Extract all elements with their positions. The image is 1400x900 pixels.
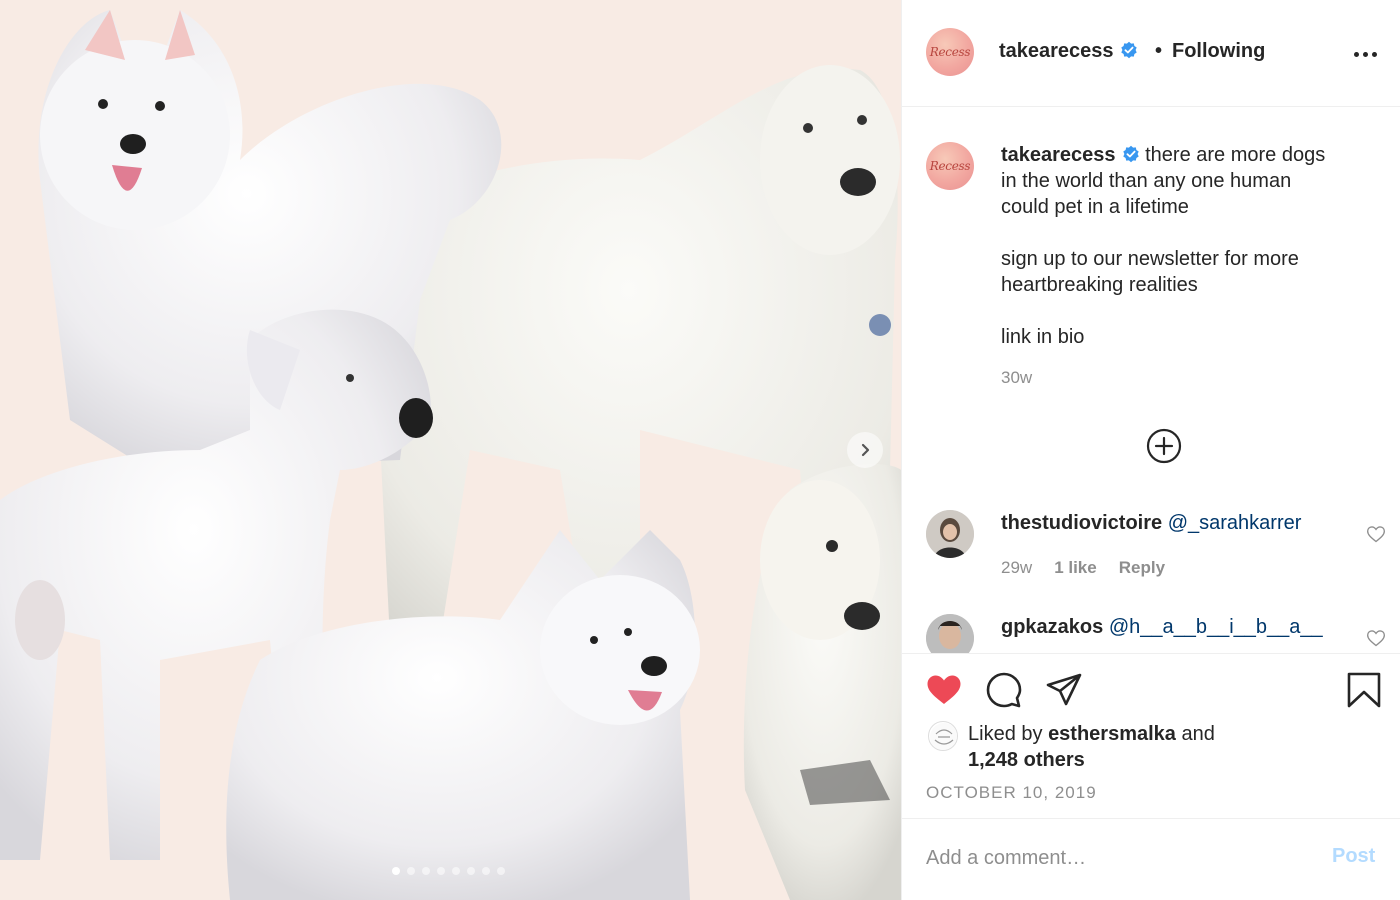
comment-input[interactable] [926, 843, 1306, 873]
carousel-dot [422, 867, 430, 875]
liker-avatar[interactable] [928, 721, 958, 751]
post-date[interactable]: OCTOBER 10, 2019 [926, 783, 1097, 803]
carousel-dot [482, 867, 490, 875]
comment-mention-link[interactable]: @_sarahkarrer [1168, 512, 1302, 534]
golden-retriever-puppy [743, 464, 901, 900]
avatar-logo-text: Recess [929, 159, 971, 173]
plus-circle-icon [1146, 428, 1182, 464]
caption-line: link in bio [1001, 326, 1085, 348]
author-avatar[interactable]: Recess [926, 28, 974, 76]
post-actions: Liked by esthersmalka and 1,248 others O… [902, 653, 1400, 818]
load-more-comments-button[interactable] [1146, 428, 1182, 464]
comment-mention-link[interactable]: @h__a__b__i__b__a__ [1109, 616, 1323, 638]
post-comment-button[interactable]: Post [1332, 845, 1375, 868]
verified-badge-icon [1122, 145, 1140, 163]
caption-text: takearecess there are more dogs in the w… [1001, 142, 1381, 350]
carousel-dot [437, 867, 445, 875]
post-side-panel: Recess takearecess • Following Recess ta… [901, 0, 1400, 900]
share-icon[interactable] [1044, 670, 1084, 710]
carousel-dot [497, 867, 505, 875]
avatar-logo-text: Recess [929, 45, 971, 59]
following-button[interactable]: Following [1172, 40, 1265, 63]
comment-username[interactable]: thestudiovictoire [1001, 512, 1162, 534]
dogs-photo [0, 10, 901, 900]
caption-line: there are more dogs [1145, 144, 1326, 166]
likes-and: and [1181, 723, 1215, 745]
post-media[interactable] [0, 0, 901, 900]
caption-author-avatar[interactable]: Recess [926, 142, 974, 190]
verified-badge-icon [1120, 41, 1138, 59]
add-comment-bar: Post [902, 818, 1400, 900]
more-options-icon[interactable] [1354, 44, 1380, 64]
heart-outline-icon[interactable] [1366, 628, 1386, 648]
likes-prefix: Liked by [968, 723, 1043, 745]
caption-username[interactable]: takearecess [1001, 144, 1116, 166]
carousel-dot [407, 867, 415, 875]
comment-likes-count[interactable]: 1 like [1054, 558, 1097, 578]
caption-timestamp[interactable]: 30w [1001, 368, 1032, 388]
caption-line: heartbreaking realities [1001, 274, 1198, 296]
comment-timestamp[interactable]: 29w [1001, 558, 1032, 578]
liker-username[interactable]: esthersmalka [1048, 723, 1176, 745]
comment-reply-button[interactable]: Reply [1119, 558, 1165, 578]
carousel-dot [467, 867, 475, 875]
comment-icon[interactable] [984, 670, 1024, 710]
heart-filled-icon[interactable] [924, 670, 964, 710]
username-text: takearecess [999, 40, 1114, 62]
comments-section[interactable]: Recess takearecess there are more dogs i… [902, 108, 1400, 653]
author-username[interactable]: takearecess [999, 40, 1138, 63]
commenter-avatar[interactable] [926, 614, 974, 653]
carousel-indicator [392, 867, 505, 875]
caption-line: sign up to our newsletter for more [1001, 248, 1299, 270]
commenter-avatar[interactable] [926, 510, 974, 558]
caption-line: could pet in a lifetime [1001, 196, 1189, 218]
comment-text: thestudiovictoire @_sarahkarrer [1001, 512, 1301, 535]
comment-meta: 29w 1 like Reply [1001, 558, 1165, 578]
header-separator: • [1155, 40, 1163, 62]
comment-username[interactable]: gpkazakos [1001, 616, 1103, 638]
carousel-dot [452, 867, 460, 875]
next-slide-button[interactable] [847, 432, 883, 468]
likes-summary: Liked by esthersmalka and 1,248 others [968, 721, 1288, 773]
caption-line: in the world than any one human [1001, 170, 1292, 192]
likes-others-link[interactable]: 1,248 others [968, 749, 1085, 771]
heart-outline-icon[interactable] [1366, 524, 1386, 544]
carousel-dot [392, 867, 400, 875]
chevron-right-icon [861, 443, 870, 457]
comment-text: gpkazakos @h__a__b__i__b__a__ [1001, 616, 1323, 639]
bookmark-icon[interactable] [1344, 670, 1384, 710]
post-header: Recess takearecess • Following [902, 0, 1400, 107]
